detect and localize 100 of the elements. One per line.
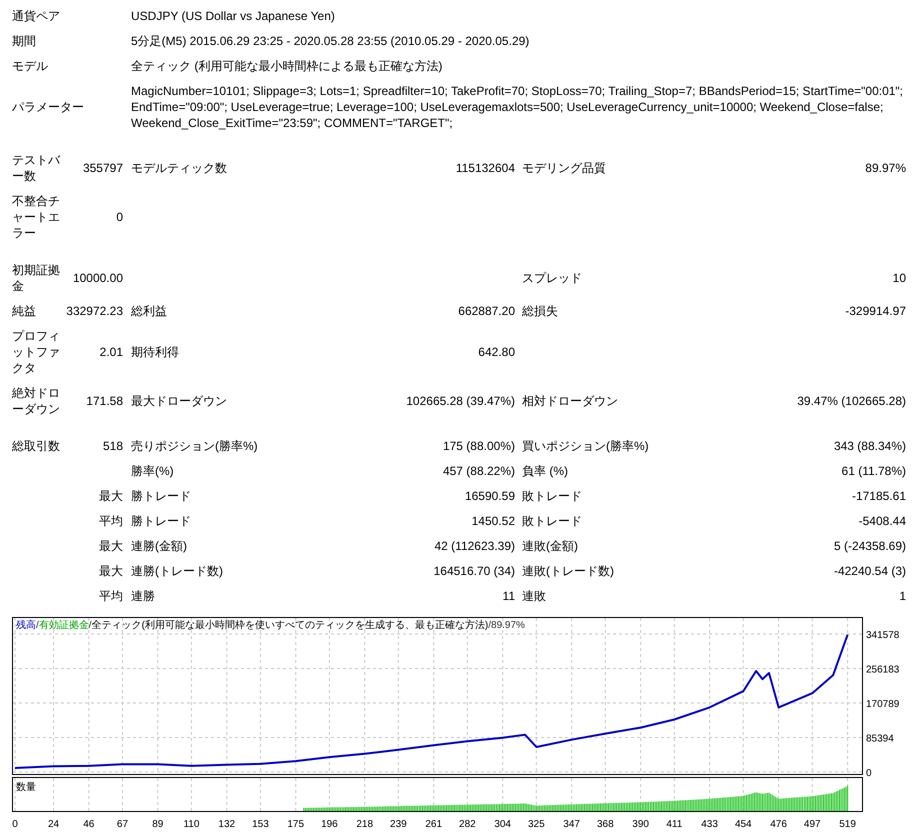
stat-value: 5 (-24358.69) — [834, 539, 906, 553]
stat-value: 2.01 — [100, 345, 123, 359]
axis-label: 304 — [494, 819, 511, 830]
stat-label: 買いポジション(勝率%) — [522, 439, 649, 453]
stat-value: 61 (11.78%) — [842, 464, 906, 478]
axis-label: 46 — [83, 819, 94, 830]
field-label: モデル — [12, 58, 49, 74]
stat-value: 343 (88.34%) — [834, 439, 906, 453]
axis-label: 261 — [425, 819, 442, 830]
stat-label: 連勝 — [131, 589, 155, 603]
axis-label: 110 — [183, 819, 200, 830]
stat-label: 最大ドローダウン — [131, 394, 227, 408]
axis-label: 433 — [701, 819, 718, 830]
axis-label: 497 — [804, 819, 821, 830]
stat-label: 連敗(トレード数) — [522, 564, 614, 578]
axis-label: 347 — [563, 819, 580, 830]
stat-value: 平均 — [99, 514, 123, 528]
stat-value: -329914.97 — [845, 304, 906, 318]
stat-label: 勝トレード — [131, 514, 191, 528]
legend-label: / — [488, 620, 492, 631]
stat-label: 敗トレード — [522, 514, 582, 528]
axis-label: 282 — [459, 819, 476, 830]
axis-label: 341578 — [866, 630, 900, 642]
stat-label: 不整合チャートエラー — [12, 194, 60, 240]
stat-label: 相対ドローダウン — [522, 394, 618, 408]
axis-label: 67 — [116, 819, 128, 830]
stat-value: 171.58 — [86, 394, 123, 408]
stat-label: スプレッド — [522, 271, 582, 285]
stat-label: 総利益 — [131, 304, 167, 318]
stat-value: 175 (88.00%) — [442, 439, 515, 453]
stat-value: 1450.52 — [472, 514, 515, 528]
axis-label: 218 — [356, 819, 374, 830]
stat-value: 102665.28 (39.47%) — [406, 394, 515, 408]
stat-value: 164516.70 (34) — [434, 564, 515, 578]
volume-label: 数量 — [16, 782, 36, 793]
stat-label: 期待利得 — [131, 345, 179, 359]
stat-value: 89.97% — [865, 161, 906, 175]
axis-label: 368 — [597, 819, 614, 830]
stat-label: 連敗 — [522, 589, 546, 603]
stat-value: 最大 — [99, 489, 123, 503]
legend-label: / — [88, 620, 92, 631]
legend-label: / — [36, 620, 39, 631]
axis-label: 0 — [12, 819, 18, 830]
stat-value: -42240.54 (3) — [834, 564, 906, 578]
stat-value: 332972.23 — [66, 304, 123, 318]
stat-value: 10 — [892, 271, 906, 285]
stat-value: 39.47% (102665.28) — [797, 394, 906, 408]
legend-label: 有効証拠金 — [38, 620, 89, 631]
stat-value: 16590.59 — [464, 489, 515, 503]
stat-label: 初期証拠金 — [12, 263, 60, 293]
field-value: MagicNumber=10101; Slippage=3; Lots=1; Spreadfilter=10; TakeProfit=70; StopLoss=70; Trailing_Stop=7; BBandsPeriod=15; StartTime="00:01"; EndTime="09:00"; UseLeverage=true; Leverage=100; UseLeveragemaxlots=500; UseLeverageCurrency_unit=10000; Weekend_Close=false; Weekend_Close_ExitTime="23:59"; COMMENT="TARGET"; — [130, 83, 904, 131]
axis-label: 476 — [770, 819, 787, 830]
field-label: 期間 — [12, 33, 37, 49]
axis-label: 196 — [321, 819, 338, 830]
axis-label: 454 — [734, 819, 752, 830]
axis-label: 89 — [152, 819, 164, 830]
stat-label: 絶対ドローダウン — [12, 386, 60, 416]
stat-value: 平均 — [99, 589, 123, 603]
axis-label: 153 — [252, 819, 269, 830]
field-value: USDJPY (US Dollar vs Japanese Yen) — [130, 8, 336, 24]
axis-label: 390 — [632, 819, 649, 830]
stat-value: 最大 — [99, 564, 123, 578]
stat-label: テストバー数 — [12, 153, 60, 183]
axis-label: 175 — [287, 819, 304, 830]
stat-value: 642.80 — [478, 345, 515, 359]
axis-label: 170789 — [866, 699, 900, 710]
stat-value: 355797 — [82, 161, 123, 175]
stat-value: 42 (112623.39) — [434, 539, 515, 553]
stat-value: 457 (88.22%) — [442, 464, 515, 478]
axis-label: 519 — [839, 819, 856, 830]
stat-label: 総取引数 — [12, 439, 60, 453]
legend-label: 残高 — [16, 620, 36, 631]
stat-label: モデリング品質 — [522, 161, 606, 175]
stat-label: 売りポジション(勝率%) — [131, 439, 258, 453]
stat-value: 115132604 — [456, 161, 515, 175]
axis-label: 0 — [866, 768, 872, 779]
stat-label: 敗トレード — [522, 489, 582, 503]
stat-value: 最大 — [99, 539, 123, 553]
stat-label: 勝率(%) — [131, 464, 174, 478]
legend-label: 全ティック(利用可能な最小時間枠を使いすべてのティックを生成する、最も正確な方法) — [92, 620, 488, 631]
legend-label: 89.97% — [491, 620, 525, 631]
field-label: パラメーター — [12, 99, 85, 115]
stat-value: -5408.44 — [858, 514, 906, 528]
stat-label: モデルティック数 — [131, 161, 227, 175]
axis-label: 85394 — [866, 734, 894, 744]
axis-label: 325 — [528, 819, 545, 830]
stat-label: 勝トレード — [131, 489, 191, 503]
stat-value: 0 — [116, 210, 123, 224]
stat-label: 負率 (%) — [522, 464, 568, 478]
axis-label: 411 — [666, 819, 682, 830]
stat-value: 662887.20 — [458, 304, 515, 318]
field-value: 全ティック (利用可能な最小時間枠による最も正確な方法) — [130, 58, 444, 74]
axis-label: 239 — [390, 819, 407, 830]
axis-label: 256183 — [866, 664, 900, 676]
stat-value: 11 — [502, 589, 515, 603]
stat-label: 総損失 — [522, 304, 558, 318]
stat-value: 518 — [102, 439, 123, 453]
axis-label: 132 — [218, 819, 236, 830]
axis-label: 24 — [48, 819, 60, 830]
field-value: 5分足(M5) 2015.06.29 23:25 - 2020.05.28 23:55 (2010.05.29 - 2020.05.29) — [130, 33, 530, 49]
